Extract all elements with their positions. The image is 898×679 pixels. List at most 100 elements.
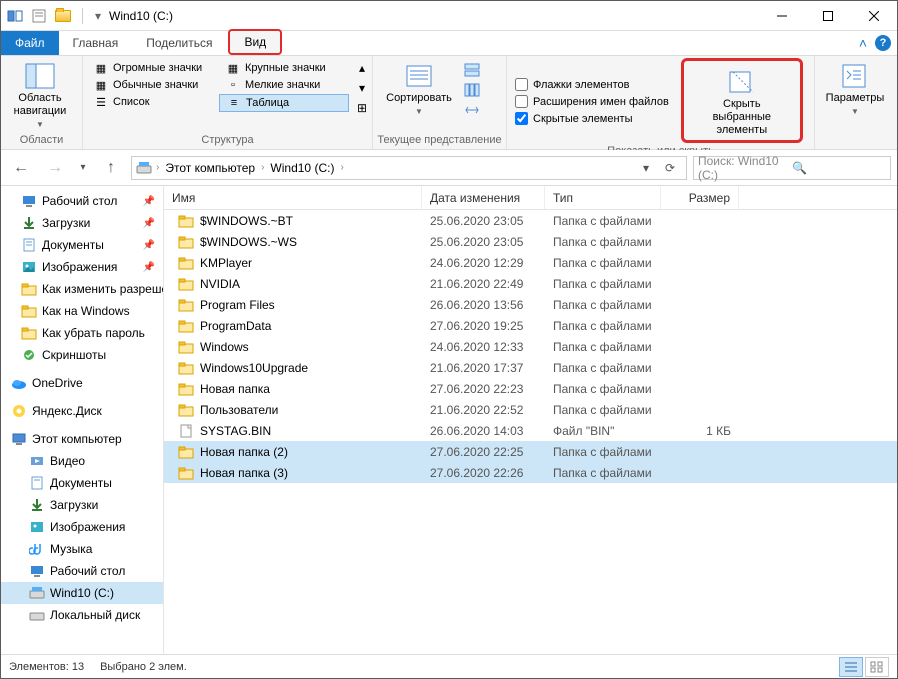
- tree-quick-item[interactable]: Как изменить разрешение📌: [1, 278, 163, 300]
- address-bar[interactable]: › Этот компьютер › Wind10 (C:) › ▾ ⟳: [131, 156, 687, 180]
- file-row[interactable]: Program Files26.06.2020 13:56Папка с фай…: [164, 294, 897, 315]
- chevron-right-icon[interactable]: ›: [338, 162, 345, 173]
- view-details-button[interactable]: [839, 657, 863, 677]
- file-row[interactable]: KMPlayer24.06.2020 12:29Папка с файлами: [164, 252, 897, 273]
- tree-quick-item[interactable]: Изображения📌: [1, 256, 163, 278]
- tree-pc-child[interactable]: Загрузки: [1, 494, 163, 516]
- pin-icon: 📌: [143, 196, 159, 207]
- tree-quick-item[interactable]: Как на Windows: [1, 300, 163, 322]
- sort-button[interactable]: Сортировать ▼: [377, 58, 461, 118]
- layout-scroll: ▴ ▾ ⊞: [351, 58, 373, 118]
- add-columns-button[interactable]: [463, 81, 481, 99]
- size-columns-button[interactable]: [463, 101, 481, 119]
- navigation-tree[interactable]: Рабочий стол📌Загрузки📌Документы📌Изображе…: [1, 186, 164, 654]
- tree-yandex-disk[interactable]: Яндекс.Диск: [1, 400, 163, 422]
- normal-icons-icon: ▦: [93, 78, 109, 92]
- layout-list[interactable]: ☰Список: [87, 94, 217, 110]
- tree-item-icon: [21, 237, 37, 253]
- search-box[interactable]: Поиск: Wind10 (C:) 🔍: [693, 156, 891, 180]
- file-row[interactable]: ProgramData27.06.2020 19:25Папка с файла…: [164, 315, 897, 336]
- tree-quick-item[interactable]: Как убрать пароль: [1, 322, 163, 344]
- hide-selected-button[interactable]: Скрыть выбранные элементы: [690, 64, 794, 137]
- file-row[interactable]: $WINDOWS.~BT25.06.2020 23:05Папка с файл…: [164, 210, 897, 231]
- pin-icon: 📌: [143, 262, 159, 273]
- tab-home[interactable]: Главная: [59, 31, 133, 55]
- file-date: 21.06.2020 22:52: [422, 403, 545, 417]
- ribbon-group-panes: Область навигации ▼ Области: [1, 56, 83, 149]
- item-checkboxes-option[interactable]: Флажки элементов: [511, 76, 673, 93]
- file-name: Новая папка: [200, 382, 270, 396]
- tree-pc-child[interactable]: Видео: [1, 450, 163, 472]
- tab-file[interactable]: Файл: [1, 31, 59, 55]
- status-item-count: Элементов: 13: [9, 661, 84, 673]
- tree-quick-item[interactable]: Рабочий стол📌: [1, 190, 163, 212]
- tree-item-label: Как на Windows: [42, 304, 130, 318]
- tree-pc-child[interactable]: Рабочий стол: [1, 560, 163, 582]
- column-type[interactable]: Тип: [545, 186, 661, 209]
- layout-scroll-up[interactable]: ▴: [353, 59, 371, 77]
- tree-this-pc[interactable]: Этот компьютер: [1, 428, 163, 450]
- chevron-right-icon[interactable]: ›: [259, 162, 266, 173]
- tree-item-icon: [21, 259, 37, 275]
- qat-item[interactable]: [28, 5, 50, 27]
- refresh-button[interactable]: ⟳: [658, 157, 682, 179]
- file-row[interactable]: Новая папка (3)27.06.2020 22:26Папка с ф…: [164, 462, 897, 483]
- close-button[interactable]: [851, 1, 897, 31]
- group-by-button[interactable]: [463, 61, 481, 79]
- help-icon[interactable]: ?: [875, 35, 891, 51]
- layout-normal-icons[interactable]: ▦Обычные значки: [87, 77, 217, 93]
- collapse-ribbon-icon[interactable]: ˄: [859, 35, 867, 51]
- huge-icons-icon: ▦: [93, 61, 109, 75]
- tab-share[interactable]: Поделиться: [132, 31, 226, 55]
- navigation-pane-button[interactable]: Область навигации ▼: [5, 58, 75, 131]
- view-icons-button[interactable]: [865, 657, 889, 677]
- column-name[interactable]: Имя: [164, 186, 422, 209]
- file-row[interactable]: Windows10Upgrade21.06.2020 17:37Папка с …: [164, 357, 897, 378]
- address-dropdown[interactable]: ▾: [634, 157, 658, 179]
- layout-details[interactable]: ≡Таблица: [219, 94, 349, 112]
- tab-view[interactable]: Вид: [228, 29, 282, 55]
- breadcrumb-drive[interactable]: Wind10 (C:): [268, 161, 336, 175]
- tree-quick-item[interactable]: Скриншоты: [1, 344, 163, 366]
- file-row[interactable]: Пользователи21.06.2020 22:52Папка с файл…: [164, 399, 897, 420]
- tree-pc-child[interactable]: Документы: [1, 472, 163, 494]
- file-extensions-option[interactable]: Расширения имен файлов: [511, 93, 673, 110]
- minimize-button[interactable]: [759, 1, 805, 31]
- maximize-button[interactable]: [805, 1, 851, 31]
- column-date[interactable]: Дата изменения: [422, 186, 545, 209]
- hidden-items-option[interactable]: Скрытые элементы: [511, 110, 673, 127]
- folder-icon: [178, 318, 194, 334]
- layout-expand[interactable]: ⊞: [353, 99, 371, 117]
- file-row[interactable]: NVIDIA21.06.2020 22:49Папка с файлами: [164, 273, 897, 294]
- tree-quick-item[interactable]: Документы📌: [1, 234, 163, 256]
- layout-large-icons[interactable]: ▦Крупные значки: [219, 60, 349, 76]
- file-row[interactable]: $WINDOWS.~WS25.06.2020 23:05Папка с файл…: [164, 231, 897, 252]
- options-button[interactable]: Параметры ▼: [819, 58, 891, 118]
- tree-pc-child[interactable]: Изображения: [1, 516, 163, 538]
- layout-small-icons[interactable]: ▫Мелкие значки: [219, 77, 349, 93]
- chevron-right-icon[interactable]: ›: [154, 162, 161, 173]
- ribbon: Область навигации ▼ Области ▦Огромные зн…: [1, 56, 897, 150]
- file-row[interactable]: Новая папка (2)27.06.2020 22:25Папка с ф…: [164, 441, 897, 462]
- folder-icon[interactable]: [52, 5, 74, 27]
- tree-pc-child[interactable]: Музыка: [1, 538, 163, 560]
- tree-quick-item[interactable]: Загрузки📌: [1, 212, 163, 234]
- up-button[interactable]: ↑: [97, 155, 125, 181]
- layout-huge-icons[interactable]: ▦Огромные значки: [87, 60, 217, 76]
- back-button[interactable]: ←: [7, 155, 35, 181]
- file-row[interactable]: SYSTAG.BIN26.06.2020 14:03Файл "BIN"1 КБ: [164, 420, 897, 441]
- tree-local-disk[interactable]: Локальный диск: [1, 604, 163, 626]
- tree-drive-c[interactable]: Wind10 (C:): [1, 582, 163, 604]
- tree-item-icon: [29, 453, 45, 469]
- history-dropdown[interactable]: ▾: [75, 155, 91, 181]
- forward-button[interactable]: →: [41, 155, 69, 181]
- file-row[interactable]: Новая папка27.06.2020 22:23Папка с файла…: [164, 378, 897, 399]
- qat-dropdown[interactable]: ▾: [91, 5, 105, 27]
- breadcrumb-pc[interactable]: Этот компьютер: [163, 161, 257, 175]
- layout-scroll-down[interactable]: ▾: [353, 79, 371, 97]
- tree-onedrive[interactable]: OneDrive: [1, 372, 163, 394]
- app-icon[interactable]: [4, 5, 26, 27]
- main-area: Рабочий стол📌Загрузки📌Документы📌Изображе…: [1, 186, 897, 654]
- column-size[interactable]: Размер: [661, 186, 739, 209]
- file-row[interactable]: Windows24.06.2020 12:33Папка с файлами: [164, 336, 897, 357]
